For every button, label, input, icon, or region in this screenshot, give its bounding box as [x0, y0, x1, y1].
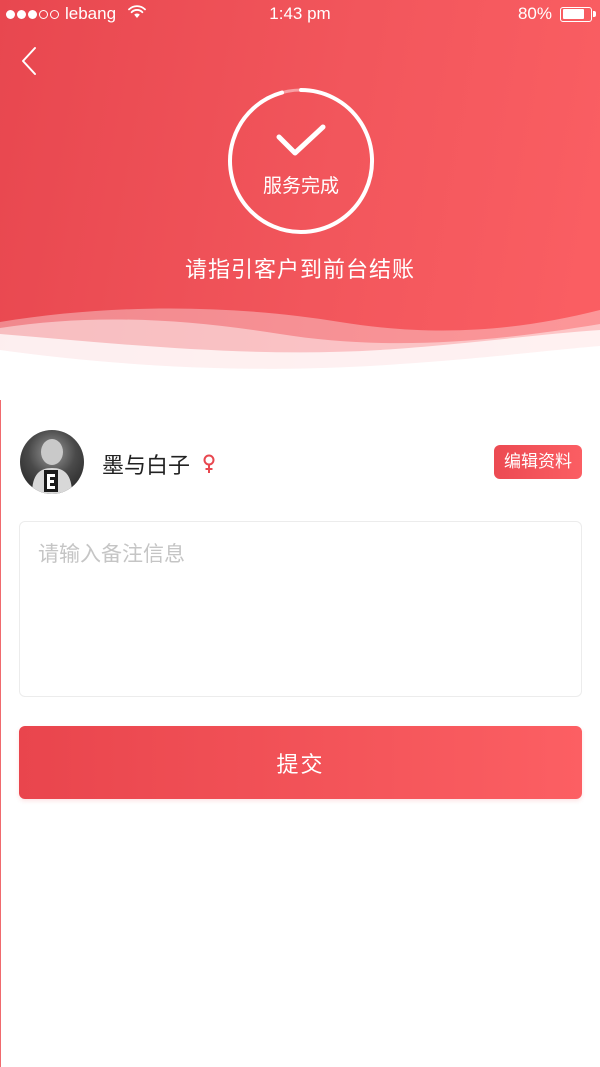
customer-info-row: 墨与白子 编辑资料: [20, 430, 582, 494]
status-right: 80%: [517, 4, 596, 24]
service-status-label: 服务完成: [262, 175, 339, 197]
submit-button[interactable]: 提交: [19, 726, 582, 799]
wave-decoration: [0, 308, 600, 400]
checkmark-icon: [276, 124, 326, 156]
battery-percentage: 80%: [517, 4, 552, 23]
female-icon: [203, 454, 215, 473]
progress-ring: [228, 88, 375, 234]
header-banner: lebang 1:43 pm 80% 服务完成 请指引客户到前台结账: [0, 0, 600, 400]
battery-icon: [560, 6, 596, 22]
chevron-left-icon: [22, 47, 36, 75]
status-time: 1:43 pm: [269, 4, 331, 23]
left-edge-line: [0, 400, 1, 1067]
service-complete-indicator: 服务完成: [227, 87, 375, 235]
battery-level-fill: [562, 9, 585, 19]
edit-profile-button[interactable]: 编辑资料: [494, 445, 582, 479]
avatar[interactable]: [20, 430, 84, 494]
status-bar: lebang 1:43 pm 80%: [0, 0, 600, 28]
guide-message: 请指引客户到前台结账: [184, 258, 415, 283]
note-input[interactable]: [19, 521, 582, 697]
back-button[interactable]: [14, 44, 44, 78]
avatar-portrait-icon: [32, 439, 72, 494]
customer-name: 墨与白子: [102, 454, 191, 479]
